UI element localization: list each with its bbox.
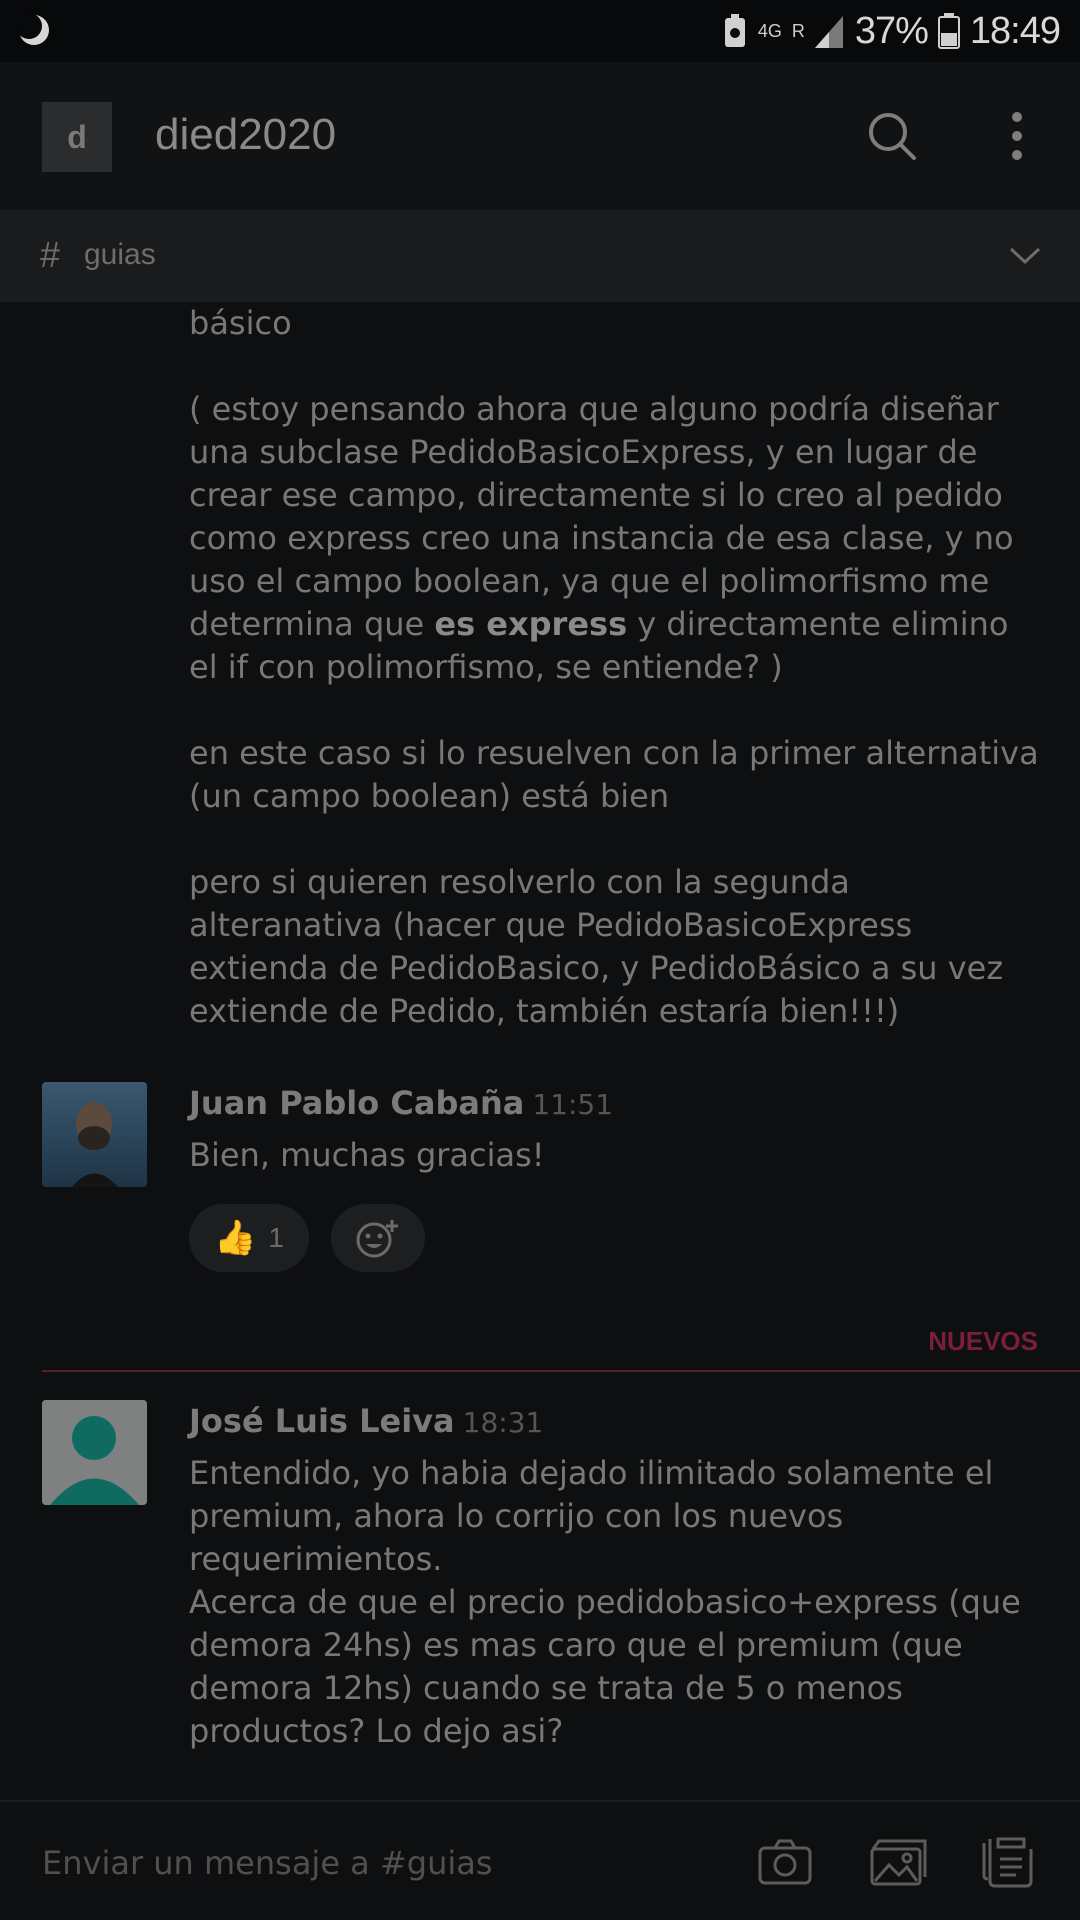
network-type: 4G [757, 21, 782, 41]
status-bar: 4G R 37% 18:49 [0, 0, 1080, 62]
message-paragraph: Entendido, yo habia dejado ilimitado sol… [189, 1454, 994, 1578]
signal-icon [814, 16, 843, 48]
message-text: Entendido, yo habia dejado ilimitado sol… [189, 1452, 1049, 1753]
user-photo-icon [42, 1082, 147, 1187]
status-right: 4G R 37% 18:49 [722, 6, 1061, 56]
message-paragraph: Acerca de que el precio pedidobasico+exp… [189, 1583, 1021, 1750]
search-button[interactable] [862, 106, 922, 166]
message-composer [0, 1800, 1080, 1920]
avatar[interactable] [42, 1400, 147, 1505]
default-avatar-icon [42, 1400, 147, 1505]
battery-percent: 37% [854, 9, 929, 52]
message-paragraph: en este caso si lo resuelven con la prim… [189, 734, 1039, 815]
camera-icon [758, 1839, 812, 1885]
search-icon [869, 113, 916, 160]
moon-icon [16, 13, 49, 45]
reaction-thumbs-up[interactable]: 👍 1 [189, 1204, 309, 1272]
app-root: 4G R 37% 18:49 d died2020 # guias básico… [0, 0, 1080, 1920]
battery-saver-icon [724, 14, 745, 47]
clock: 18:49 [969, 9, 1061, 52]
message-author[interactable]: José Luis Leiva 18:31 [189, 1402, 543, 1440]
message-paragraph: pero si quieren resolverlo con la segund… [189, 863, 1004, 1030]
bold-text: es express [434, 605, 628, 643]
files-icon [982, 1837, 1033, 1888]
battery-icon [937, 13, 960, 49]
message-input[interactable] [42, 1838, 682, 1888]
roaming-indicator: R [791, 21, 805, 41]
workspace-icon[interactable]: d [42, 102, 112, 172]
camera-button[interactable] [752, 1832, 818, 1892]
more-vertical-icon [1012, 112, 1022, 160]
reaction-count: 1 [268, 1222, 284, 1253]
thumbs-up-icon: 👍 [214, 1218, 257, 1258]
message-author[interactable]: Juan Pablo Cabaña 11:51 [189, 1084, 613, 1122]
author-name: José Luis Leiva [189, 1402, 455, 1440]
channel-name: guias [84, 238, 156, 271]
message-paragraph: ( estoy pensando ahora que alguno podría… [189, 390, 1014, 686]
more-options-button[interactable] [987, 106, 1047, 166]
gallery-icon [870, 1839, 927, 1886]
new-messages-divider [42, 1370, 1080, 1372]
workspace-name[interactable]: died2020 [155, 110, 336, 160]
author-name: Juan Pablo Cabaña [189, 1084, 525, 1122]
chevron-down-icon[interactable] [1008, 240, 1042, 270]
message-time: 11:51 [532, 1088, 614, 1121]
add-reaction-icon [356, 1220, 398, 1258]
app-header: d died2020 [0, 62, 1080, 210]
channel-bar[interactable]: # guias [0, 210, 1080, 302]
add-reaction-button[interactable] [331, 1204, 425, 1272]
message-text: básico [189, 304, 292, 342]
channel-hash: # [40, 234, 61, 275]
message-text: Bien, muchas gracias! [189, 1136, 545, 1174]
continued-message: básico ( estoy pensando ahora que alguno… [189, 302, 1039, 1033]
files-button[interactable] [974, 1832, 1040, 1892]
message-time: 18:31 [462, 1406, 544, 1439]
new-messages-label: NUEVOS [928, 1326, 1038, 1356]
message-list[interactable]: básico ( estoy pensando ahora que alguno… [0, 302, 1080, 1800]
gallery-button[interactable] [866, 1832, 932, 1892]
avatar[interactable] [42, 1082, 147, 1187]
